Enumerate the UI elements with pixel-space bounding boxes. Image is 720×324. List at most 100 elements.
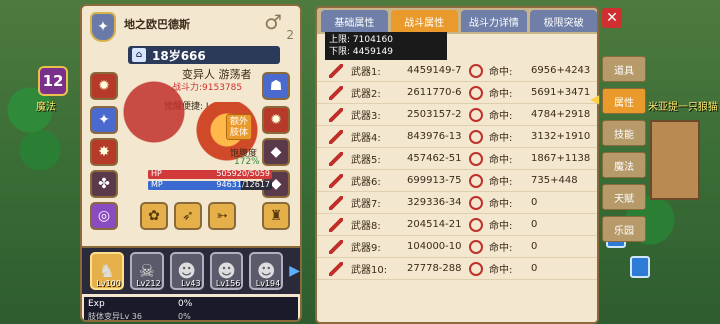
sword-icon — [329, 239, 343, 254]
close-icon[interactable]: ✕ — [602, 8, 622, 28]
weapon-damage: 4459149-7 — [407, 65, 462, 76]
exp-value: 0% — [178, 299, 193, 309]
weapon-damage: 843976-13 — [407, 131, 462, 142]
hit-value: 1867+1138 — [531, 153, 591, 164]
side-menu-attributes[interactable]: 属性 — [602, 88, 646, 114]
equip-slot-crossbow[interactable]: ➳ — [208, 202, 236, 230]
hit-value: 0 — [531, 197, 538, 208]
attribute-tabs: 基础属性 战斗属性 战斗力详情 极限突破 — [317, 8, 597, 34]
side-menu-talent[interactable]: 天赋 — [602, 184, 646, 210]
weapon-row: 武器2: 2611770-6 命中: 5691+3471 — [317, 82, 597, 104]
equip-slot-gloves[interactable]: ✹ — [262, 106, 290, 134]
weapon-damage: 104000-10 — [407, 241, 462, 252]
equip-slot-charm[interactable]: ♜ — [262, 202, 290, 230]
weapon-row: 武器4: 843976-13 命中: 3132+1910 — [317, 126, 597, 148]
target-icon — [469, 85, 483, 100]
limb-exp-value: 0% — [178, 312, 191, 321]
sword-icon — [329, 107, 343, 122]
weapon-damage: 2611770-6 — [407, 87, 462, 98]
target-icon — [469, 151, 483, 166]
extra-limb-button[interactable]: 额外肢体 — [226, 114, 252, 140]
pet-slot[interactable]: ♞ Lv100 — [90, 252, 124, 290]
side-menu-magic[interactable]: 魔法 — [602, 152, 646, 178]
limb-exp-bar: 肢体变异Lv 36 0% — [84, 311, 298, 321]
sword-icon — [329, 129, 343, 144]
hit-label: 命中: — [489, 111, 513, 122]
weapon-list: 武器1: 4459149-7 命中: 6956+4243 武器2: 2611770-6 命中… — [317, 60, 597, 280]
dragon-art — [122, 76, 202, 166]
exp-bar: Exp 0% — [84, 297, 298, 311]
side-menu-paradise[interactable]: 乐园 — [602, 216, 646, 242]
hero-level: 18岁666 — [152, 48, 206, 63]
target-icon — [469, 195, 483, 210]
tab-basic[interactable]: 基础属性 — [321, 10, 388, 32]
hit-value: 5691+3471 — [531, 87, 591, 98]
equip-slot-ring[interactable]: ◎ — [90, 202, 118, 230]
pet-slot[interactable]: ☻ Lv194 — [249, 252, 284, 290]
pet-list: ♞ Lv100 ☠ Lv212 ☻ Lv43 ☻ Lv156 ☻ Lv194 ▶ — [82, 246, 300, 294]
weapon-damage: 329336-34 — [407, 197, 462, 208]
weapon-row: 武器6: 699913-75 命中: 735+448 — [317, 170, 597, 192]
hp-label: HP — [151, 170, 162, 178]
chevron-left-icon: ◀ — [590, 92, 600, 106]
tab-power-detail[interactable]: 战斗力详情 — [460, 10, 528, 32]
weapon-name: 武器6: — [351, 177, 381, 188]
weapon-name: 武器7: — [351, 199, 381, 210]
hit-label: 命中: — [489, 133, 513, 144]
pet-slot[interactable]: ☻ Lv156 — [209, 252, 244, 290]
side-menu: 道具 属性 技能 魔法 天赋 乐园 — [602, 56, 646, 248]
weapon-name: 武器10: — [351, 265, 388, 276]
world-blue-tile — [630, 256, 650, 278]
damage-limits: 上限: 7104160 下限: 4459149 — [325, 32, 447, 60]
equip-slot-accessory[interactable]: ☗ — [262, 72, 290, 100]
hp-bar: HP 505920/5059 — [148, 170, 272, 179]
hit-value: 6956+4243 — [531, 65, 591, 76]
chevron-right-icon[interactable]: ▶ — [289, 263, 300, 279]
hit-value: 3132+1910 — [531, 131, 591, 142]
weapon-row: 武器9: 104000-10 命中: 0 — [317, 236, 597, 258]
weapon-damage: 2503157-2 — [407, 109, 462, 120]
weapon-row: 武器1: 4459149-7 命中: 6956+4243 — [317, 60, 597, 82]
hit-label: 命中: — [489, 243, 513, 254]
side-menu-skills[interactable]: 技能 — [602, 120, 646, 146]
sword-icon — [329, 63, 343, 78]
equip-slot-bow[interactable]: ➶ — [174, 202, 202, 230]
hit-label: 命中: — [489, 89, 513, 100]
equip-slot-armor[interactable]: ✸ — [90, 138, 118, 166]
mp-bar: MP 94631/12617 — [148, 181, 272, 190]
pet-slot[interactable]: ☻ Lv43 — [169, 252, 204, 290]
equip-slot-boots[interactable]: ✤ — [90, 170, 118, 198]
equip-slot-helmet[interactable]: ✹ — [90, 72, 118, 100]
tab-limit-break[interactable]: 极限突破 — [530, 10, 597, 32]
hit-value: 4784+2918 — [531, 109, 591, 120]
hit-value: 0 — [531, 241, 538, 252]
pet-slot[interactable]: ☠ Lv212 — [129, 252, 164, 290]
hero-name: 地之欧巴德斯 — [124, 18, 190, 31]
hp-mp-bars: HP 505920/5059 MP 94631/12617 — [148, 170, 272, 192]
world-level-badge[interactable]: 12 — [38, 66, 68, 96]
sword-icon — [329, 151, 343, 166]
lower-limit: 下限: 4459149 — [329, 47, 393, 57]
side-menu-items[interactable]: 道具 — [602, 56, 646, 82]
equip-slot-amulet[interactable]: ✿ — [140, 202, 168, 230]
equip-slot-shield[interactable]: ◆ — [262, 138, 290, 166]
hit-value: 0 — [531, 263, 538, 274]
hit-label: 命中: — [489, 199, 513, 210]
hp-value: 505920/5059 — [216, 170, 270, 178]
exp-label: Exp — [88, 299, 105, 309]
hero-level-bar: ⌂ 18岁666 — [128, 46, 280, 64]
level-icon: ⌂ — [132, 48, 146, 62]
weapon-row: 武器10: 27778-288 命中: 0 — [317, 258, 597, 280]
limb-exp-label: 肢体变异Lv 36 — [88, 312, 142, 321]
tab-combat[interactable]: 战斗属性 — [390, 10, 458, 32]
target-icon — [469, 217, 483, 232]
weapon-name: 武器5: — [351, 155, 381, 166]
world-label-right: 米亚提一只狼猫 — [648, 102, 718, 113]
sword-icon — [329, 85, 343, 100]
weapon-damage: 27778-288 — [407, 263, 462, 274]
sword-icon — [329, 173, 343, 188]
world-label-left: 魔法 — [36, 102, 56, 113]
world-building — [650, 120, 700, 200]
target-icon — [469, 261, 483, 276]
equip-slot-weapon[interactable]: ✦ — [90, 106, 118, 134]
